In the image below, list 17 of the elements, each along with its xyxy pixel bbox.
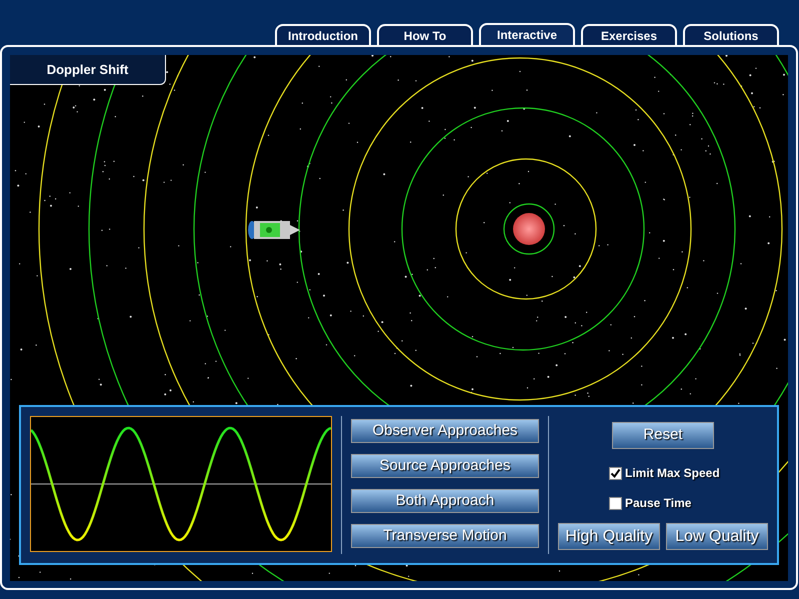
- checkbox[interactable]: [609, 466, 622, 480]
- scenario-button[interactable]: Both Approach: [351, 489, 539, 513]
- scenario-button[interactable]: Source Approaches: [351, 454, 539, 478]
- checkbox-label: Pause Time: [625, 495, 692, 512]
- quality-button[interactable]: Low Quality: [666, 523, 768, 550]
- tab[interactable]: Interactive: [479, 23, 575, 45]
- checkbox-label: Limit Max Speed: [625, 465, 720, 482]
- tab[interactable]: How To: [377, 24, 473, 45]
- scenario-button[interactable]: Observer Approaches: [351, 419, 539, 443]
- tab[interactable]: Exercises: [581, 24, 677, 45]
- quality-button[interactable]: High Quality: [558, 523, 660, 550]
- reset-button[interactable]: Reset: [612, 422, 714, 449]
- checkbox[interactable]: [609, 496, 622, 510]
- scenario-button[interactable]: Transverse Motion: [351, 524, 539, 548]
- tab[interactable]: Introduction: [275, 24, 371, 45]
- page-title: Doppler Shift: [10, 55, 166, 85]
- tab[interactable]: Solutions: [683, 24, 779, 45]
